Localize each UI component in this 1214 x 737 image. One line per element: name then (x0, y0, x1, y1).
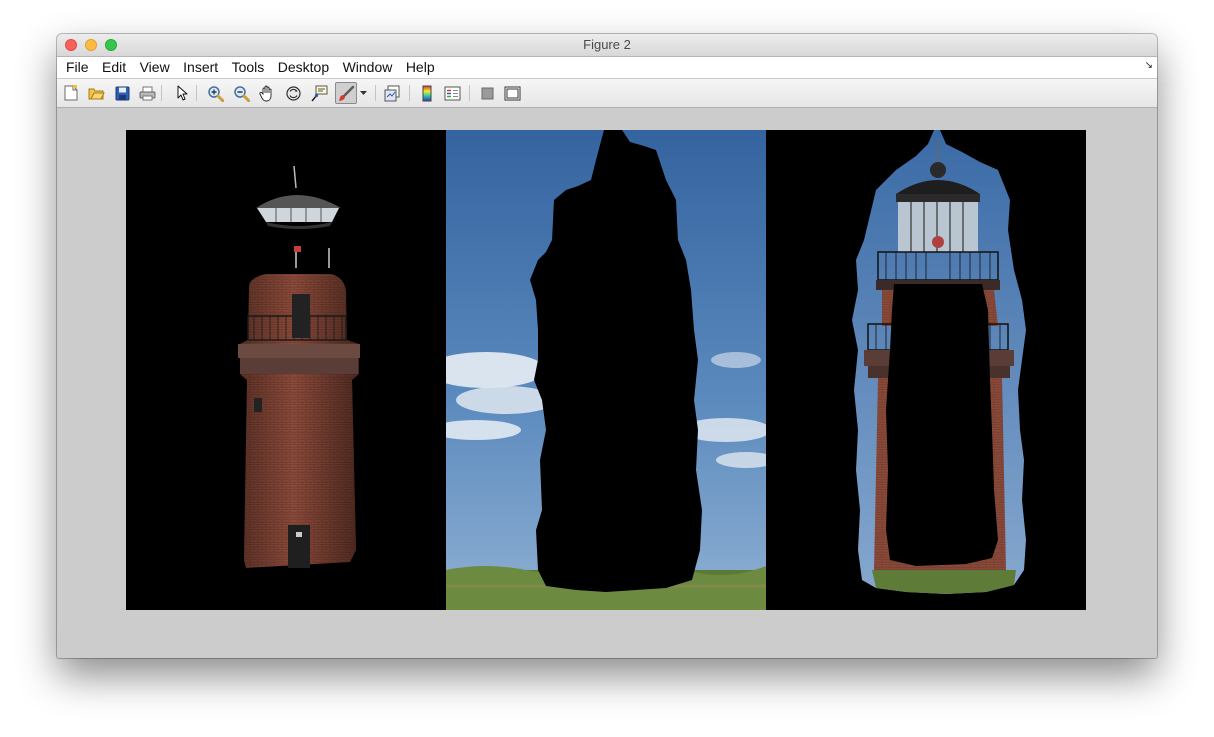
figure-canvas[interactable] (57, 108, 1157, 658)
menu-tools[interactable]: Tools (223, 57, 265, 78)
insert-legend-icon[interactable] (443, 84, 461, 102)
title-bar[interactable]: Figure 2 (57, 34, 1157, 57)
link-plot-icon[interactable] (383, 84, 401, 102)
figure-window: Figure 2 File Edit View Insert Tools Des… (57, 34, 1157, 658)
minimize-window-button[interactable] (85, 39, 97, 51)
print-figure-icon[interactable] (138, 84, 156, 102)
rotate-3d-icon[interactable] (284, 84, 302, 102)
pan-icon[interactable] (258, 84, 276, 102)
toolbar-separator (196, 85, 197, 101)
brush-dropdown-icon[interactable] (358, 84, 368, 102)
menu-desktop[interactable]: Desktop (269, 57, 329, 78)
close-window-button[interactable] (65, 39, 77, 51)
toolbar-separator (409, 85, 410, 101)
sky-background-panel (446, 130, 766, 610)
brush-icon[interactable] (335, 82, 357, 104)
menu-edit[interactable]: Edit (93, 57, 126, 78)
insert-colorbar-icon[interactable] (418, 84, 436, 102)
open-file-icon[interactable] (87, 84, 105, 102)
figure-toolbar (57, 79, 1157, 108)
sky-background-image (446, 130, 766, 610)
lighthouse-foreground-panel (126, 130, 446, 610)
toolbar-separator (161, 85, 162, 101)
lighthouse-foreground-image (126, 130, 446, 610)
data-cursor-icon[interactable] (310, 84, 328, 102)
menu-bar: File Edit View Insert Tools Desktop Wind… (57, 57, 1157, 79)
hide-plot-tools-icon[interactable] (478, 84, 496, 102)
edit-plot-icon[interactable] (173, 84, 191, 102)
menu-file[interactable]: File (57, 57, 89, 78)
toolbar-separator (375, 85, 376, 101)
lighthouse-refined-panel (766, 130, 1086, 610)
zoom-in-icon[interactable] (206, 84, 224, 102)
new-figure-icon[interactable] (62, 84, 80, 102)
menu-view[interactable]: View (131, 57, 170, 78)
image-axes[interactable] (126, 130, 1086, 610)
dock-figure-icon[interactable]: ↘ (1145, 60, 1153, 71)
zoom-out-icon[interactable] (232, 84, 250, 102)
show-plot-tools-icon[interactable] (503, 84, 521, 102)
lighthouse-refined-image (766, 130, 1086, 610)
toolbar-separator (469, 85, 470, 101)
maximize-window-button[interactable] (105, 39, 117, 51)
save-figure-icon[interactable] (113, 84, 131, 102)
menu-window[interactable]: Window (334, 57, 393, 78)
window-title: Figure 2 (583, 37, 631, 52)
menu-help[interactable]: Help (397, 57, 435, 78)
menu-insert[interactable]: Insert (174, 57, 218, 78)
